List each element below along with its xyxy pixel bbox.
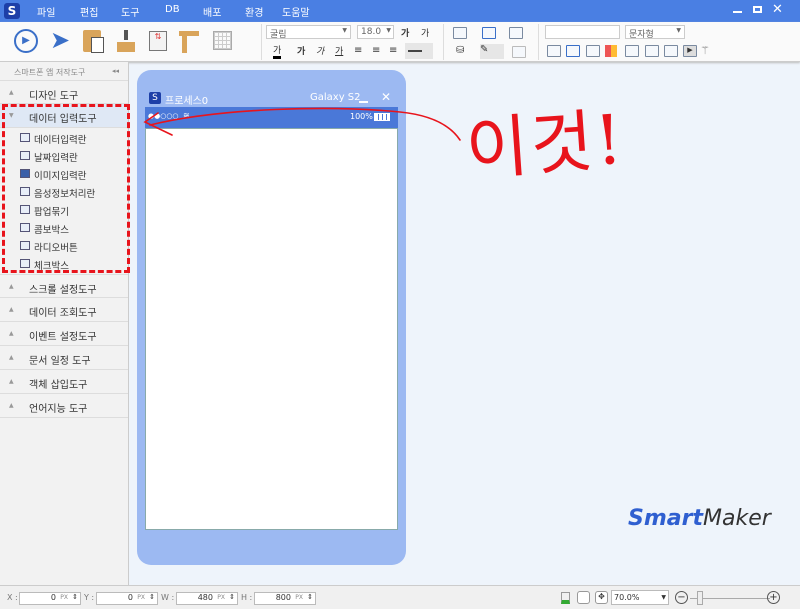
- fit-page-icon[interactable]: [577, 591, 590, 604]
- zoom-slider-thumb[interactable]: [697, 591, 704, 605]
- annotation-arrow-head: [143, 112, 173, 136]
- logo-maker: Maker: [702, 506, 771, 531]
- width-field[interactable]: 480 PX ⇕: [176, 592, 238, 605]
- zoom-in-button[interactable]: +: [767, 591, 780, 604]
- y-field[interactable]: 0 PX ⇕: [96, 592, 158, 605]
- h-label: H :: [241, 593, 253, 602]
- x-field[interactable]: 0 PX ⇕: [19, 592, 81, 605]
- y-label: Y :: [84, 593, 95, 602]
- smartmaker-logo: SmartMaker: [628, 506, 771, 531]
- zoom-select[interactable]: 70.0% ▼: [611, 590, 669, 605]
- zoom-value: 70.0%: [614, 593, 640, 602]
- w-label: W :: [161, 593, 175, 602]
- logo-smart: Smart: [628, 506, 703, 531]
- height-field[interactable]: 800 PX ⇕: [254, 592, 316, 605]
- fit-center-icon[interactable]: ✥: [595, 591, 608, 604]
- status-bar: X : 0 PX ⇕ Y : 0 PX ⇕ W : 480 PX ⇕ H : 800 PX ⇕ …: [0, 585, 800, 609]
- x-label: X :: [7, 593, 18, 602]
- annotation-arrow-line: [149, 107, 461, 141]
- validate-icon[interactable]: [561, 592, 570, 604]
- zoom-out-button[interactable]: −: [675, 591, 688, 604]
- annotation-text: 이것!: [463, 100, 627, 191]
